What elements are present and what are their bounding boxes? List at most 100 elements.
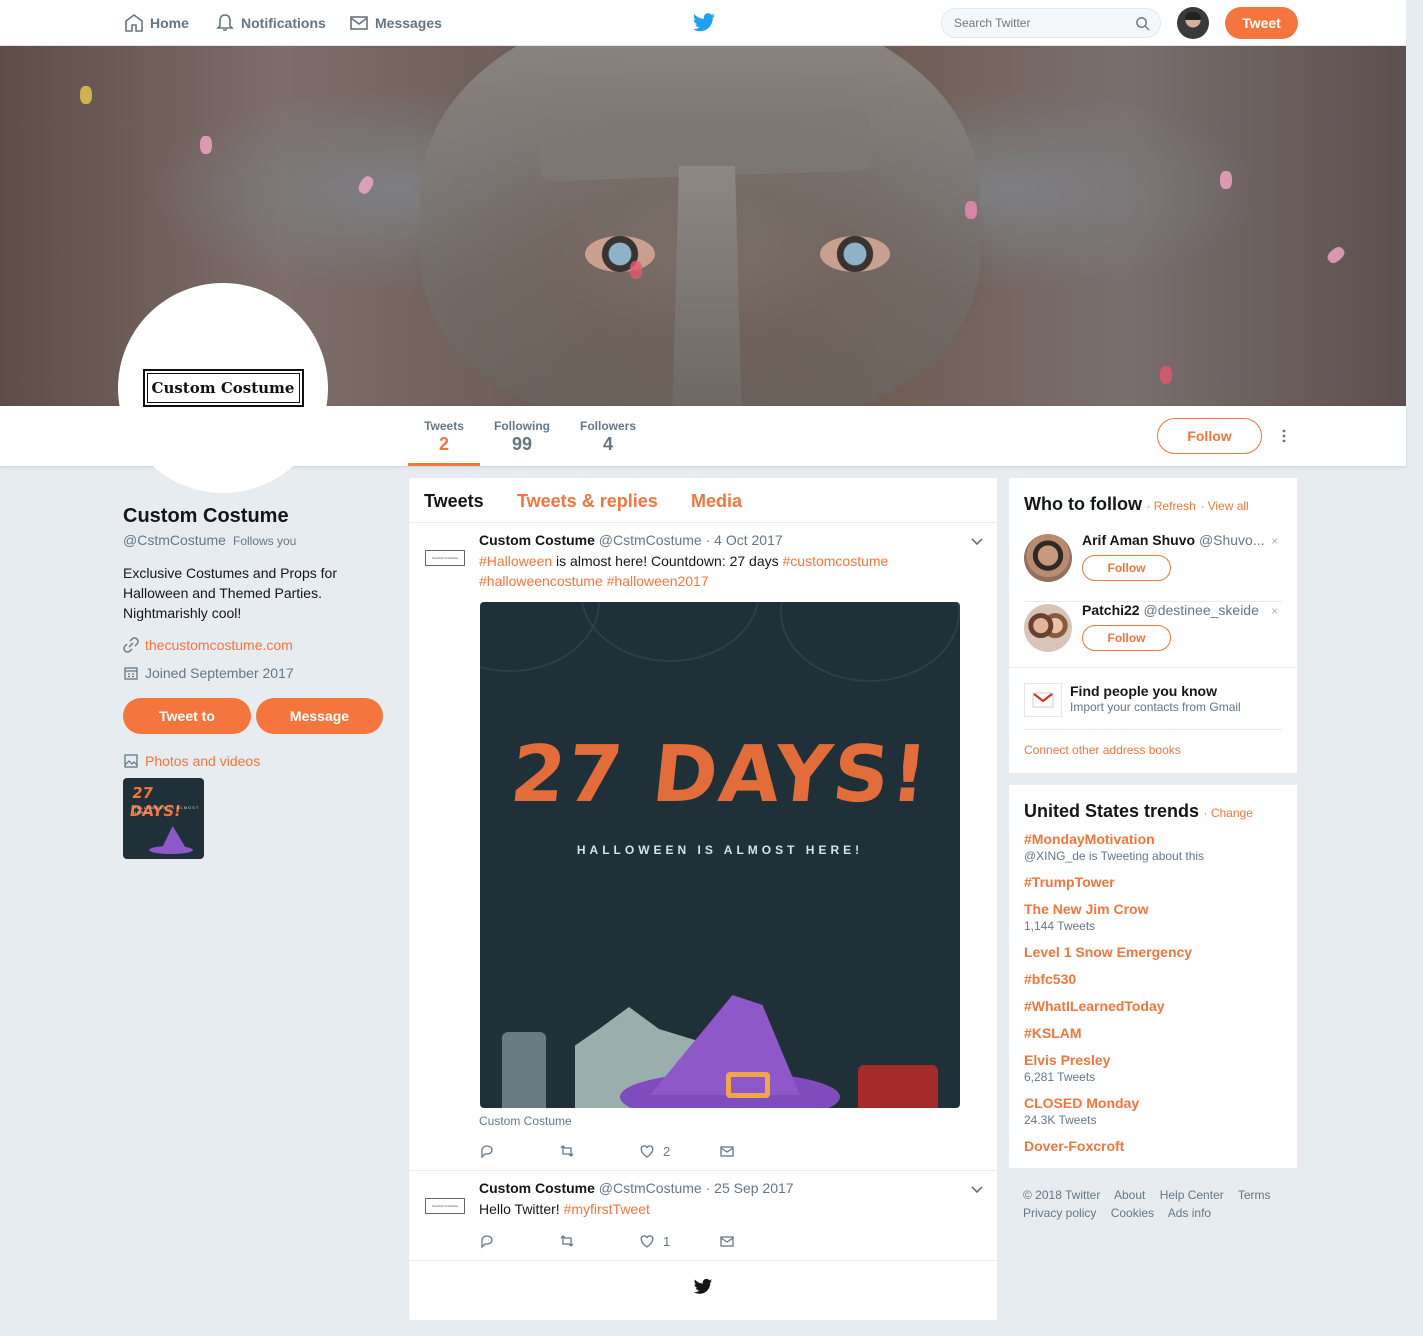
trend-item[interactable]: #WhatILearnedToday [1024, 998, 1165, 1014]
hashtag-link[interactable]: #halloween2017 [607, 573, 709, 589]
reply-icon[interactable] [479, 1143, 495, 1159]
profile-name[interactable]: Custom Costume [123, 505, 289, 528]
nav-notifications[interactable]: Notifications [215, 0, 326, 46]
tweet-author-handle[interactable]: @CstmCostume [599, 1180, 702, 1196]
profile-handle[interactable]: @CstmCostume [123, 532, 226, 548]
search-icon[interactable] [1135, 16, 1150, 31]
view-all-link[interactable]: View all [1208, 499, 1249, 513]
user-name[interactable]: Patchi22 [1082, 602, 1140, 618]
trend-item[interactable]: #MondayMotivation @XING_de is Tweeting ab… [1024, 831, 1204, 863]
trend-item[interactable]: Level 1 Snow Emergency [1024, 944, 1192, 960]
hashtag-link[interactable]: #halloweencostume [479, 573, 603, 589]
trend-item[interactable]: #KSLAM [1024, 1025, 1082, 1041]
search-input[interactable] [954, 16, 1124, 30]
tab-tweets[interactable]: Tweets [424, 491, 484, 512]
trend-item[interactable]: #TrumpTower [1024, 874, 1115, 890]
footer-help-link[interactable]: Help Center [1160, 1188, 1224, 1202]
retweet-icon[interactable] [559, 1233, 575, 1249]
timeline-tabs: Tweets Tweets & replies Media [409, 478, 997, 523]
tab-media[interactable]: Media [691, 491, 742, 512]
nav-notifications-label: Notifications [241, 15, 326, 31]
suggested-user[interactable]: Arif Aman Shuvo @Shuvo... × Follow [1024, 532, 1282, 602]
follow-button[interactable]: Follow [1157, 418, 1262, 454]
profile-logo-text: Custom Costume [142, 369, 304, 407]
tweet-author-name[interactable]: Custom Costume [479, 532, 595, 548]
footer-ads-link[interactable]: Ads info [1168, 1206, 1211, 1220]
connect-address-books-link[interactable]: Connect other address books [1024, 743, 1181, 757]
reply-action[interactable] [479, 1143, 559, 1159]
change-location-link[interactable]: Change [1211, 806, 1253, 820]
nav-messages[interactable]: Messages [349, 0, 442, 46]
dismiss-icon[interactable]: × [1271, 534, 1278, 548]
footer-cookies-link[interactable]: Cookies [1111, 1206, 1154, 1220]
tweet-author-avatar[interactable]: Custom Costume [425, 1198, 465, 1214]
retweet-icon[interactable] [559, 1143, 575, 1159]
tweet-item[interactable]: Custom Costume Custom Costume @CstmCostu… [409, 1171, 997, 1261]
heart-icon[interactable] [639, 1233, 655, 1249]
suggested-user[interactable]: Patchi22 @destinee_skeide × Follow [1024, 602, 1282, 672]
current-user-avatar[interactable] [1177, 7, 1209, 39]
profile-avatar[interactable]: Custom Costume [118, 283, 328, 493]
media-thumbnail[interactable]: 27 DAYS! HALLOWEEN IS ALMOST HERE! [123, 778, 204, 859]
compose-tweet-button[interactable]: Tweet [1225, 7, 1298, 39]
dismiss-icon[interactable]: × [1271, 604, 1278, 618]
tweet-header: Custom Costume @CstmCostume · 4 Oct 2017 [479, 532, 783, 548]
tweet-author-handle[interactable]: @CstmCostume [599, 532, 702, 548]
image-icon [124, 754, 138, 768]
tweet-date[interactable]: 25 Sep 2017 [714, 1180, 793, 1196]
tab-tweets-replies[interactable]: Tweets & replies [517, 491, 658, 512]
footer-terms-link[interactable]: Terms [1238, 1188, 1271, 1202]
footer-about-link[interactable]: About [1114, 1188, 1145, 1202]
dm-action[interactable] [719, 1143, 799, 1159]
dm-action[interactable] [719, 1233, 799, 1249]
stat-tweets[interactable]: Tweets 2 [408, 406, 480, 466]
photos-videos-link[interactable]: Photos and videos [123, 753, 260, 769]
retweet-action[interactable] [559, 1143, 639, 1159]
profile-website-link[interactable]: thecustomcostume.com [145, 637, 293, 653]
like-action[interactable]: 2 [639, 1143, 719, 1159]
hashtag-link[interactable]: #customcostume [783, 553, 889, 569]
trend-item[interactable]: The New Jim Crow 1,144 Tweets [1024, 901, 1148, 933]
refresh-link[interactable]: Refresh [1154, 499, 1196, 513]
envelope-icon[interactable] [719, 1233, 735, 1249]
envelope-icon[interactable] [719, 1143, 735, 1159]
message-button[interactable]: Message [256, 698, 383, 734]
user-avatar[interactable] [1024, 604, 1072, 652]
gmail-icon[interactable] [1024, 683, 1062, 717]
search-box[interactable] [941, 8, 1161, 38]
follow-user-button[interactable]: Follow [1082, 625, 1171, 651]
nav-home[interactable]: Home [124, 0, 189, 46]
heart-icon[interactable] [639, 1143, 655, 1159]
chevron-down-icon[interactable] [970, 537, 984, 547]
user-name[interactable]: Arif Aman Shuvo [1082, 532, 1195, 548]
more-options-icon[interactable] [1279, 428, 1289, 444]
timeline: Tweets Tweets & replies Media Custom Cos… [409, 478, 997, 1320]
profile-website[interactable]: thecustomcostume.com [123, 637, 293, 653]
trend-item[interactable]: #bfc530 [1024, 971, 1076, 987]
stat-following[interactable]: Following 99 [486, 406, 558, 466]
trend-item[interactable]: Dover-Foxcroft [1024, 1138, 1124, 1154]
tweet-date[interactable]: 4 Oct 2017 [714, 532, 783, 548]
chevron-down-icon[interactable] [970, 1185, 984, 1195]
tweet-author-avatar[interactable]: Custom Costume [425, 550, 465, 566]
find-people-title[interactable]: Find people you know [1070, 683, 1241, 699]
like-action[interactable]: 1 [639, 1233, 719, 1249]
reply-icon[interactable] [479, 1233, 495, 1249]
follow-user-button[interactable]: Follow [1082, 555, 1171, 581]
retweet-action[interactable] [559, 1233, 639, 1249]
tweet-item[interactable]: Custom Costume Custom Costume @CstmCostu… [409, 523, 997, 1171]
stat-followers[interactable]: Followers 4 [572, 406, 644, 466]
media-caption[interactable]: Custom Costume [479, 1114, 572, 1128]
trend-item[interactable]: CLOSED Monday 24.3K Tweets [1024, 1095, 1139, 1127]
tweet-to-button[interactable]: Tweet to [123, 698, 251, 734]
twitter-bird-icon[interactable] [692, 12, 716, 34]
hashtag-link[interactable]: #Halloween [479, 553, 552, 569]
footer-privacy-link[interactable]: Privacy policy [1023, 1206, 1096, 1220]
hashtag-link[interactable]: #myfirstTweet [564, 1201, 650, 1217]
tweet-author-name[interactable]: Custom Costume [479, 1180, 595, 1196]
stat-following-count: 99 [511, 434, 533, 454]
reply-action[interactable] [479, 1233, 559, 1249]
tweet-media-image[interactable]: 27 DAYS! HALLOWEEN IS ALMOST HERE! [480, 602, 960, 1108]
user-avatar[interactable] [1024, 534, 1072, 582]
trend-item[interactable]: Elvis Presley 6,281 Tweets [1024, 1052, 1110, 1084]
